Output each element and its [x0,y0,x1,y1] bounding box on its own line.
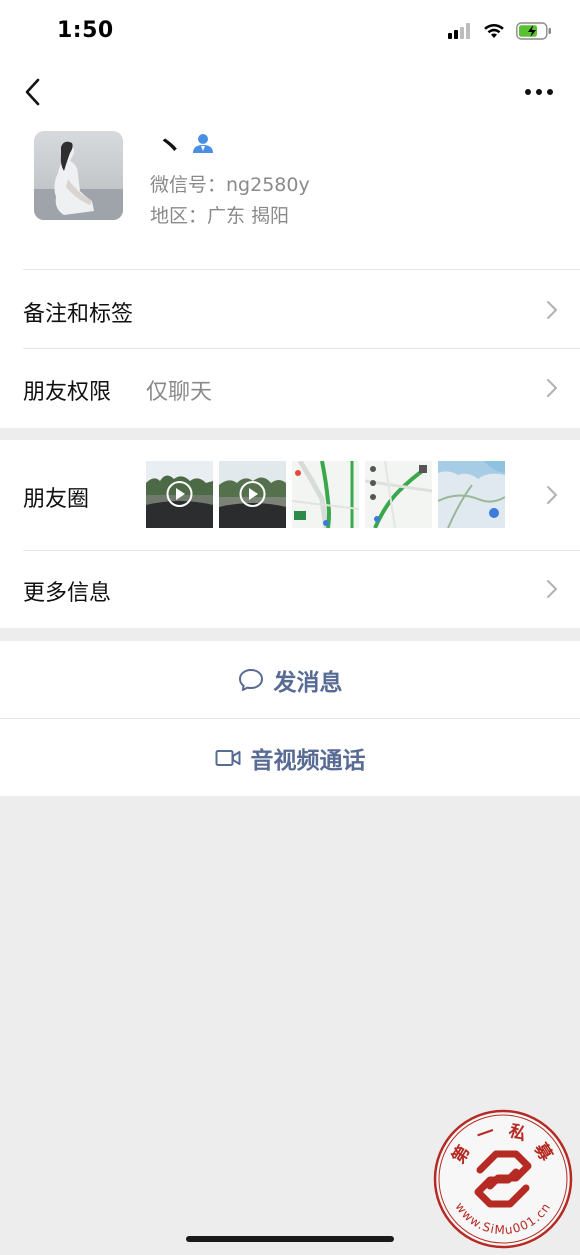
row-more-info-label: 更多信息 [23,581,112,606]
moments-thumbnails [146,461,505,528]
home-indicator [186,1236,394,1242]
row-more-info[interactable]: 更多信息 [0,551,580,628]
status-icons [448,20,552,42]
moments-thumbnail-map[interactable] [292,461,359,528]
moments-thumbnail-video[interactable] [146,461,213,528]
row-moments-label: 朋友圈 [23,487,90,512]
moments-thumbnail-map[interactable] [438,461,505,528]
moments-thumbnail-map[interactable] [365,461,432,528]
row-friend-permissions-value: 仅聊天 [146,380,213,405]
male-user-icon [193,134,213,153]
row-friend-permissions-label: 朋友权限 [23,380,112,405]
watermark-stamp: 第 一 私 募 www.SiMu001.cn [433,1109,573,1249]
back-button[interactable] [20,76,46,108]
chevron-left-icon [25,78,40,106]
chat-bubble-icon [238,668,263,691]
more-button[interactable] [522,84,556,100]
send-message-label: 发消息 [273,669,343,696]
moments-thumbnail-video[interactable] [219,461,286,528]
row-friend-permissions[interactable]: 朋友权限 仅聊天 [0,349,580,427]
row-remarks-tags[interactable]: 备注和标签 [0,270,580,348]
wifi-icon [484,23,504,38]
wechat-id: 微信号：ng2580y [150,174,310,196]
video-camera-icon [215,749,240,766]
video-call-button[interactable]: 音视频通话 [0,719,580,796]
battery-charging-icon [516,22,551,40]
video-call-label: 音视频通话 [250,747,366,774]
chevron-right-icon [547,580,557,598]
cellular-signal-icon [448,23,470,39]
avatar[interactable] [34,131,123,220]
more-dots-icon [525,89,553,95]
chevron-right-icon [547,301,557,319]
region: 地区：广东 揭阳 [150,205,290,227]
chevron-right-icon [547,379,557,397]
row-remarks-tags-label: 备注和标签 [23,302,134,327]
send-message-button[interactable]: 发消息 [0,641,580,718]
nickname: 丶 [156,130,185,163]
chevron-right-icon [547,486,557,504]
status-time: 1:50 [57,18,114,43]
